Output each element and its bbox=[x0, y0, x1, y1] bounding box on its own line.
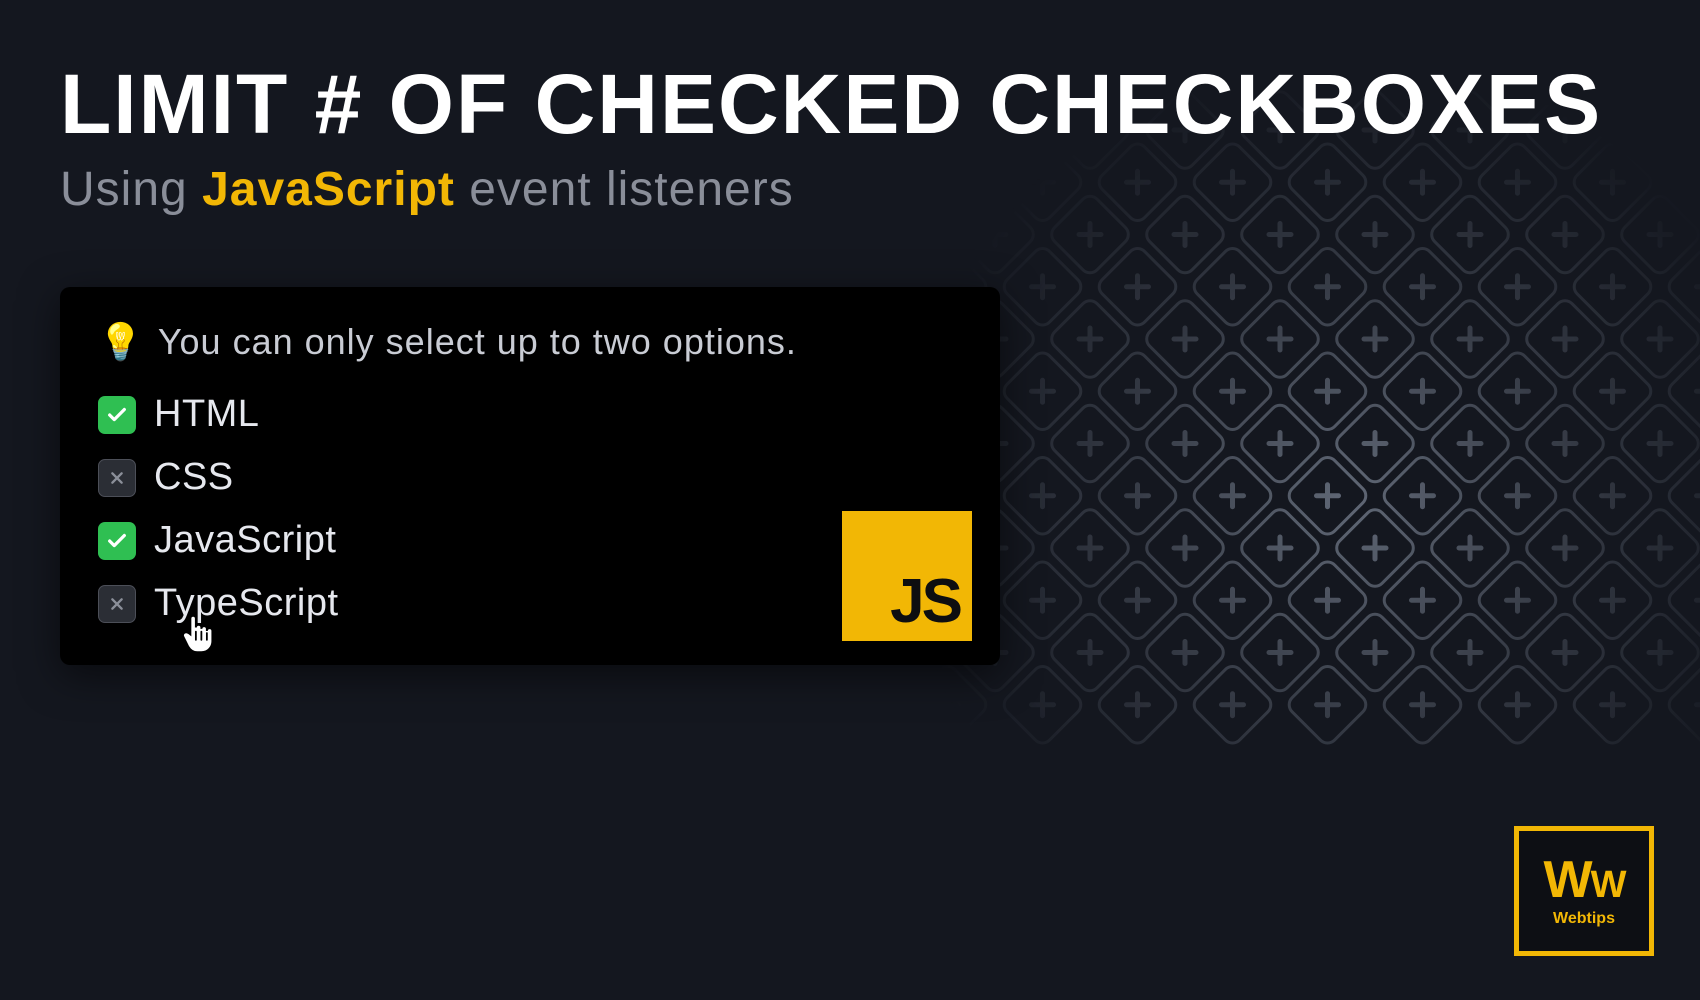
checkbox-checked-icon[interactable] bbox=[98, 396, 136, 434]
brand-logo: WW Webtips bbox=[1514, 826, 1654, 956]
page-title: LIMIT # OF CHECKED CHECKBOXES bbox=[60, 60, 1640, 148]
subtitle-post: event listeners bbox=[455, 163, 794, 216]
hint-row: 💡 You can only select up to two options. bbox=[98, 321, 962, 363]
brand-mark: WW bbox=[1544, 854, 1625, 906]
hint-text: You can only select up to two options. bbox=[158, 321, 797, 363]
checkbox-disabled-icon[interactable] bbox=[98, 459, 136, 497]
js-badge-text: JS bbox=[890, 571, 960, 633]
page-subtitle: Using JavaScript event listeners bbox=[60, 162, 1640, 217]
checkbox-disabled-icon[interactable] bbox=[98, 585, 136, 623]
option-typescript[interactable]: TypeScript bbox=[98, 572, 962, 635]
subtitle-pre: Using bbox=[60, 163, 202, 216]
option-label: TypeScript bbox=[154, 582, 339, 625]
option-css[interactable]: CSS bbox=[98, 446, 962, 509]
js-badge: JS bbox=[842, 511, 972, 641]
option-javascript[interactable]: JavaScript bbox=[98, 509, 962, 572]
lightbulb-icon: 💡 bbox=[98, 321, 144, 363]
checkbox-checked-icon[interactable] bbox=[98, 522, 136, 560]
brand-name: Webtips bbox=[1553, 910, 1615, 928]
option-label: JavaScript bbox=[154, 519, 336, 562]
option-html[interactable]: HTML bbox=[98, 383, 962, 446]
example-panel: 💡 You can only select up to two options.… bbox=[60, 287, 1000, 665]
option-label: HTML bbox=[154, 393, 259, 436]
subtitle-highlight: JavaScript bbox=[202, 163, 455, 216]
option-label: CSS bbox=[154, 456, 234, 499]
